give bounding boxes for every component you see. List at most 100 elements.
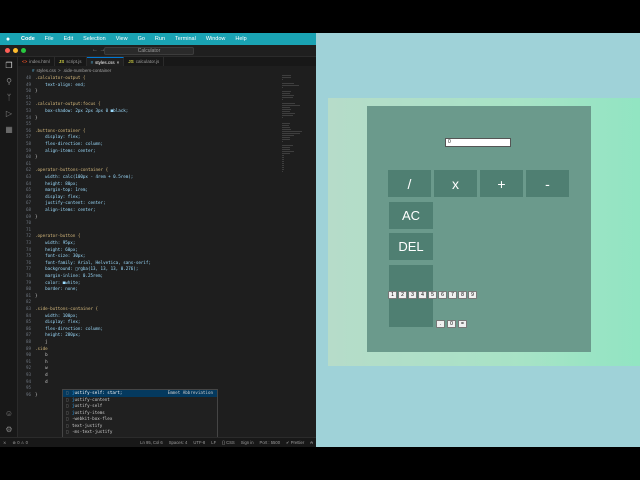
code-line[interactable]: 51 — [18, 95, 35, 102]
equals-button[interactable]: = — [458, 320, 467, 328]
settings-gear-icon[interactable]: ⚙ — [0, 421, 18, 437]
sign-in-button[interactable]: Sign in — [238, 440, 257, 445]
code-line[interactable]: 88 j — [18, 339, 48, 346]
code-line[interactable]: 72 .operator-button { — [18, 233, 80, 240]
breadcrumb-symbol[interactable]: .side-numbers-container — [63, 68, 112, 73]
decimal-button[interactable]: . — [436, 320, 445, 328]
tab-close-icon[interactable]: × — [117, 60, 120, 65]
code-line[interactable]: 62 .operator-buttons-container { — [18, 167, 108, 174]
digit-button-6[interactable]: 6 — [438, 291, 447, 299]
code-line[interactable]: 57 display: flex; — [18, 134, 80, 141]
notifications-bell-icon[interactable]: ⍾ — [307, 440, 316, 445]
code-line[interactable]: 48 .calculator-output { — [18, 75, 85, 82]
code-line[interactable]: 66 display: flex; — [18, 194, 80, 201]
code-line[interactable]: 52 .calculator-output:focus { — [18, 101, 101, 108]
end-of-line[interactable]: LF — [208, 440, 219, 445]
code-line[interactable]: 91 h — [18, 359, 48, 366]
tab-calculator-js[interactable]: JS calculator.js — [124, 57, 165, 66]
zero-button[interactable]: 0 — [447, 320, 456, 328]
breadcrumb-file[interactable]: styles.css — [37, 68, 57, 73]
code-line[interactable]: 81} — [18, 293, 38, 300]
menu-selection[interactable]: Selection — [78, 36, 111, 42]
command-center-search[interactable]: Calculator — [104, 47, 194, 55]
code-line[interactable]: 85 display: flex; — [18, 319, 80, 326]
language-mode[interactable]: {} CSS — [219, 440, 238, 445]
code-line[interactable]: 96} — [18, 392, 38, 399]
menu-window[interactable]: Window — [201, 36, 231, 42]
code-line[interactable]: 67 justify-content: center; — [18, 200, 106, 207]
prettier-status[interactable]: ✔ Prettier — [283, 440, 307, 445]
tab-styles-css[interactable]: # styles.css × — [86, 57, 125, 66]
code-line[interactable]: 95 — [18, 385, 45, 392]
code-line[interactable]: 58 flex-direction: column; — [18, 141, 103, 148]
account-icon[interactable]: ☺ — [0, 405, 18, 421]
code-line[interactable]: 60} — [18, 154, 38, 161]
apple-menu-icon[interactable]: ● — [0, 36, 16, 43]
menu-view[interactable]: View — [111, 36, 133, 42]
digit-button-7[interactable]: 7 — [448, 291, 457, 299]
code-line[interactable]: 87 height: 280px; — [18, 332, 80, 339]
code-line[interactable]: 74 height: 60px; — [18, 247, 78, 254]
code-line[interactable]: 82 — [18, 299, 35, 306]
problems-count[interactable]: ⊗ 0 ⚠ 0 — [10, 440, 31, 445]
code-line[interactable]: 84 width: 100px; — [18, 313, 78, 320]
code-line[interactable]: 89 .side — [18, 346, 48, 353]
code-line[interactable]: 59 align-items: center; — [18, 148, 96, 155]
add-button[interactable]: + — [480, 170, 523, 197]
remote-indicator-icon[interactable]: ⨯ — [0, 440, 10, 445]
digit-button-5[interactable]: 5 — [428, 291, 437, 299]
code-line[interactable]: 83 .side-buttons-container { — [18, 306, 98, 313]
digit-button-3[interactable]: 3 — [408, 291, 417, 299]
search-icon[interactable]: ⚲ — [0, 73, 18, 89]
tab-index-html[interactable]: <> index.html — [18, 57, 55, 66]
code-line[interactable]: 78 margin-inline: 0.25rem; — [18, 273, 103, 280]
code-line[interactable]: 50} — [18, 88, 38, 95]
code-line[interactable]: 64 height: 80px; — [18, 181, 78, 188]
code-line[interactable]: 53 box-shadow: 2px 2px 3px 0 ■black; — [18, 108, 128, 115]
code-line[interactable]: 71 — [18, 227, 35, 234]
code-line[interactable]: 80 border: none; — [18, 286, 78, 293]
delete-button[interactable]: DEL — [389, 233, 433, 260]
code-line[interactable]: 65 margin-top: 1rem; — [18, 187, 88, 194]
menu-edit[interactable]: Edit — [59, 36, 78, 42]
digit-button-4[interactable]: 4 — [418, 291, 427, 299]
source-control-icon[interactable]: ᛉ — [0, 89, 18, 105]
code-line[interactable]: 75 font-size: 30px; — [18, 253, 85, 260]
code-line[interactable]: 73 width: 95px; — [18, 240, 75, 247]
encoding[interactable]: UTF-8 — [190, 440, 208, 445]
zoom-window-button[interactable] — [21, 48, 26, 53]
tab-script-js[interactable]: JS script.js — [55, 57, 87, 66]
cursor-position[interactable]: Ln 95, Col 6 — [137, 440, 166, 445]
explorer-icon[interactable]: ❐ — [0, 57, 18, 73]
code-line[interactable]: 86 flex-direction: column; — [18, 326, 103, 333]
digit-button-8[interactable]: 8 — [458, 291, 467, 299]
code-line[interactable]: 92 w — [18, 365, 48, 372]
code-line[interactable]: 55 — [18, 121, 35, 128]
code-line[interactable]: 61 — [18, 161, 35, 168]
menu-file[interactable]: File — [40, 36, 59, 42]
menu-terminal[interactable]: Terminal — [170, 36, 201, 42]
code-line[interactable]: 76 font-family: Arial, Helvetica, sans-s… — [18, 260, 151, 267]
menu-run[interactable]: Run — [150, 36, 170, 42]
suggestion-item[interactable]: □ -ms-text-justify — [63, 429, 217, 436]
digit-button-1[interactable]: 1 — [388, 291, 397, 299]
code-line[interactable]: 94 d — [18, 379, 48, 386]
run-debug-icon[interactable]: ▷ — [0, 105, 18, 121]
code-line[interactable]: 77 background: □rgba(13, 13, 13, 0.276); — [18, 266, 138, 273]
minimize-window-button[interactable] — [13, 48, 18, 53]
close-window-button[interactable] — [5, 48, 10, 53]
code-line[interactable]: 63 width: calc(100px - 4rem + 0.5rem); — [18, 174, 133, 181]
subtract-button[interactable]: - — [526, 170, 569, 197]
code-line[interactable]: 54} — [18, 115, 38, 122]
menu-go[interactable]: Go — [133, 36, 150, 42]
code-line[interactable]: 49 text-align: end; — [18, 82, 85, 89]
minimap[interactable] — [282, 75, 302, 172]
divide-button[interactable]: / — [388, 170, 431, 197]
digit-button-2[interactable]: 2 — [398, 291, 407, 299]
code-line[interactable]: 56 .buttons-container { — [18, 128, 85, 135]
code-line[interactable]: 69} — [18, 214, 38, 221]
live-server-port[interactable]: Port : 5500 — [257, 440, 284, 445]
indentation[interactable]: Spaces: 4 — [166, 440, 191, 445]
code-line[interactable]: 93 d — [18, 372, 48, 379]
clear-button[interactable]: AC — [389, 202, 433, 229]
